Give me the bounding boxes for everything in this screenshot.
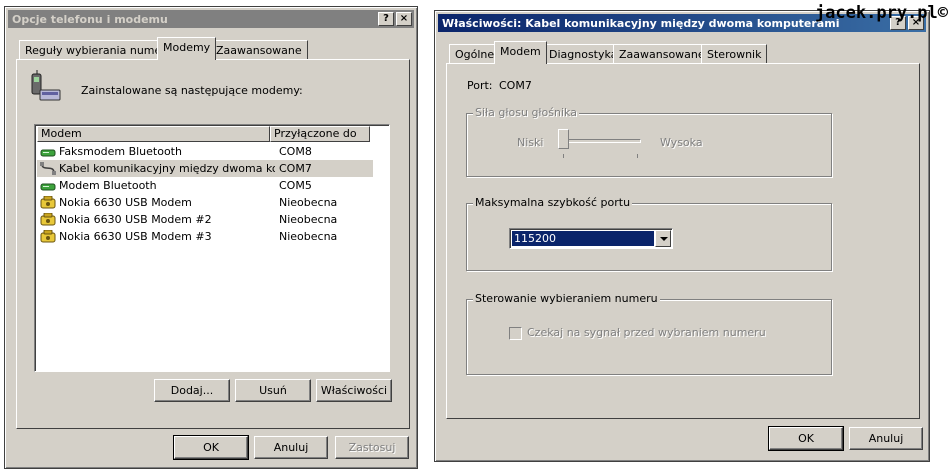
tab-dialing-rules[interactable]: Reguły wybierania numeru (19, 40, 179, 60)
wait-dial-tone-label: Czekaj na sygnał przed wybraniem numeru (527, 326, 766, 339)
cable-icon (40, 162, 56, 175)
list-item-selected[interactable]: Kabel komunikacyjny między dwoma komp...… (37, 160, 373, 177)
column-header-modem[interactable]: Modem (37, 126, 270, 142)
apply-button[interactable]: Zastosuj (335, 436, 409, 459)
volume-slider-thumb[interactable] (558, 129, 569, 149)
volume-low-label: Niski (517, 136, 544, 149)
tab-advanced[interactable]: Zaawansowane (210, 40, 308, 60)
speaker-volume-group: Siła głosu głośnika Niski Wysoka (466, 106, 832, 177)
tab-driver[interactable]: Sterownik (701, 44, 768, 64)
tab-diagnostics[interactable]: Diagnostyka (543, 44, 624, 64)
tab-general[interactable]: Ogólne (449, 44, 501, 64)
list-item[interactable]: Nokia 6630 USB Modem #2 Nieobecna (37, 211, 373, 228)
port-speed-value: 115200 (512, 231, 654, 246)
cancel-button[interactable]: Anuluj (254, 436, 328, 459)
title-bar[interactable]: Opcje telefonu i modemu ? × (8, 10, 414, 28)
close-button[interactable]: × (396, 12, 412, 26)
wait-dial-tone-checkbox[interactable] (509, 327, 522, 340)
installed-modems-label: Zainstalowane są następujące modemy: (81, 84, 303, 97)
column-header-connected-to[interactable]: Przyłączone do (270, 126, 370, 142)
tab-modem[interactable]: Modem (494, 41, 547, 64)
volume-slider-track[interactable] (563, 139, 641, 143)
phone-yellow-icon (40, 196, 56, 209)
chevron-down-icon[interactable] (655, 230, 671, 247)
phone-modem-options-window: Opcje telefonu i modemu ? × Reguły wybie… (4, 6, 418, 469)
volume-high-label: Wysoka (660, 136, 703, 149)
port-label: Port: (467, 79, 493, 92)
properties-button[interactable]: Właściwości (316, 379, 392, 402)
volume-tick-min (563, 154, 564, 158)
list-item[interactable]: Faksmodem Bluetooth COM8 (37, 143, 373, 160)
modems-list[interactable]: Modem Przyłączone do Faksmodem Bluetooth… (34, 124, 390, 372)
modem-green-icon (40, 149, 56, 157)
window-title: Właściwości: Kabel komunikacyjny między … (442, 16, 840, 30)
max-port-speed-title: Maksymalna szybkość portu (473, 196, 633, 209)
modems-tab-panel: Zainstalowane są następujące modemy: Mod… (16, 59, 410, 429)
phone-yellow-icon (40, 213, 56, 226)
list-item[interactable]: Nokia 6630 USB Modem Nieobecna (37, 194, 373, 211)
add-button[interactable]: Dodaj... (154, 379, 230, 402)
max-port-speed-group: Maksymalna szybkość portu 115200 (466, 196, 832, 271)
remove-button[interactable]: Usuń (235, 379, 311, 402)
dial-control-group: Sterowanie wybieraniem numeru Czekaj na … (466, 292, 832, 375)
cancel-button[interactable]: Anuluj (849, 427, 923, 450)
modem-tab-panel: Port: COM7 Siła głosu głośnika Niski Wys… (446, 63, 920, 419)
list-item[interactable]: Nokia 6630 USB Modem #3 Nieobecna (37, 228, 373, 245)
phone-modem-icon (31, 70, 61, 101)
ok-button[interactable]: OK (173, 435, 249, 460)
phone-yellow-icon (40, 230, 56, 243)
dial-control-title: Sterowanie wybieraniem numeru (473, 292, 660, 305)
list-item[interactable]: Modem Bluetooth COM5 (37, 177, 373, 194)
tab-modems[interactable]: Modemy (157, 37, 217, 60)
modem-properties-window: Właściwości: Kabel komunikacyjny między … (434, 10, 930, 462)
volume-tick-max (637, 154, 638, 158)
port-value: COM7 (499, 79, 532, 92)
help-button[interactable]: ? (378, 12, 394, 26)
window-title: Opcje telefonu i modemu (12, 12, 168, 26)
speaker-volume-title: Siła głosu głośnika (473, 106, 579, 119)
modem-green-icon (40, 183, 56, 191)
port-speed-select[interactable]: 115200 (509, 228, 673, 249)
tab-advanced[interactable]: Zaawansowane (613, 44, 711, 64)
ok-button[interactable]: OK (768, 426, 844, 451)
watermark: jacek.pry.pl© (814, 3, 948, 23)
